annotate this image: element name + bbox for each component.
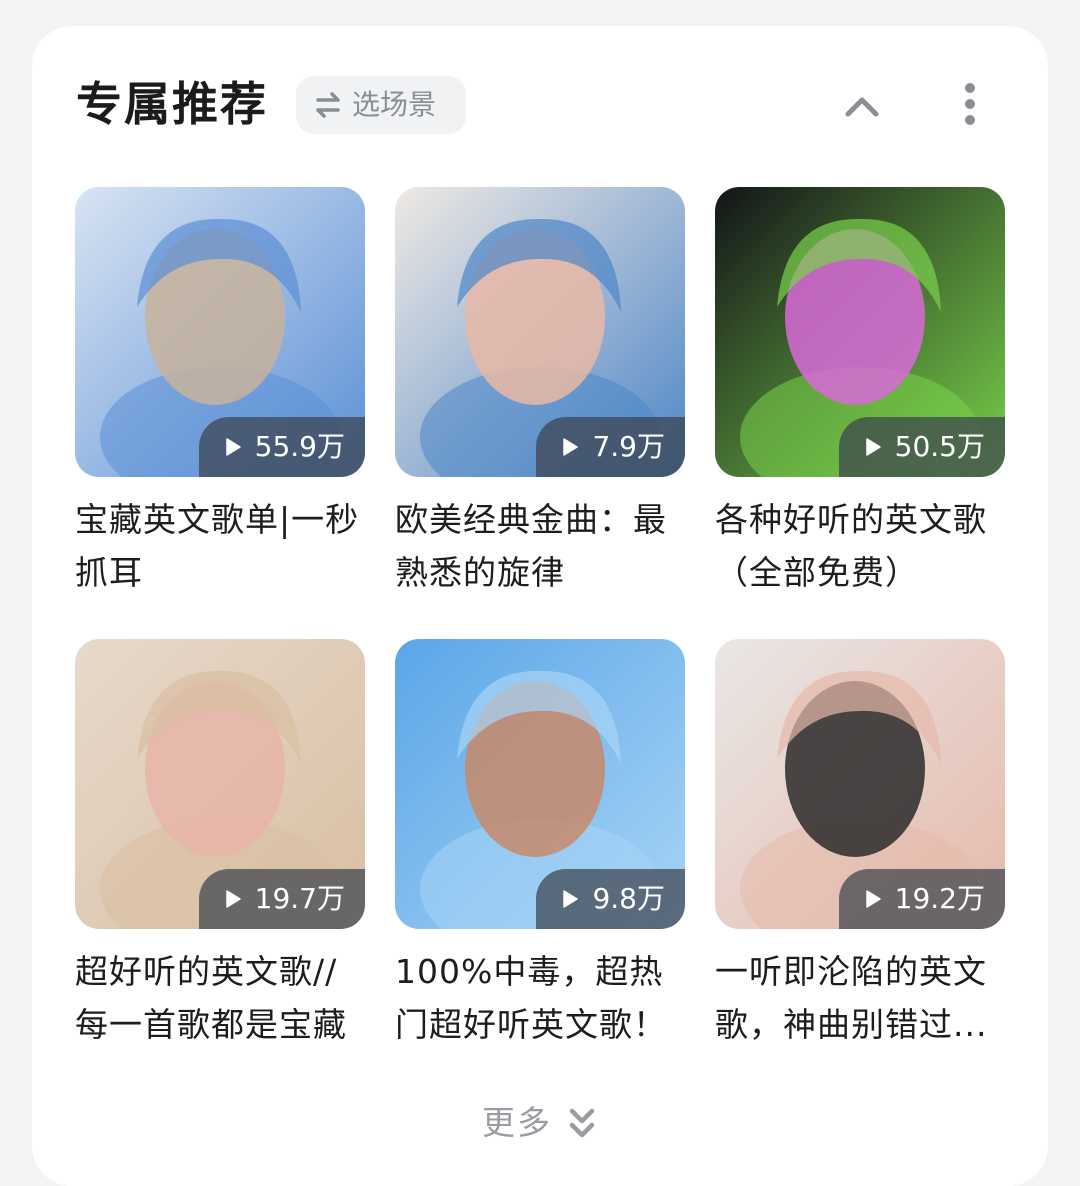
playlist-title[interactable]: 一听即沦陷的英文歌，神曲别错过... xyxy=(715,945,1005,1051)
more-label: 更多 xyxy=(482,1103,552,1142)
chevron-up-icon[interactable] xyxy=(840,88,884,124)
playlist-cover[interactable]: 7.9万 xyxy=(395,187,685,477)
playlist-item[interactable]: 19.2万一听即沦陷的英文歌，神曲别错过... xyxy=(715,639,1005,1051)
vertical-dots-icon[interactable] xyxy=(960,82,980,126)
play-icon xyxy=(563,890,579,908)
section-title: 专属推荐 xyxy=(76,77,268,131)
play-icon xyxy=(865,890,881,908)
play-count: 19.2万 xyxy=(894,882,985,915)
playlist-item[interactable]: 7.9万欧美经典金曲：最熟悉的旋律 xyxy=(395,187,685,599)
playlist-item[interactable]: 19.7万超好听的英文歌//每一首歌都是宝藏 xyxy=(75,639,365,1051)
playlist-item[interactable]: 50.5万各种好听的英文歌（全部免费） xyxy=(715,187,1005,599)
play-icon xyxy=(563,438,579,456)
play-count: 7.9万 xyxy=(592,430,665,463)
playlist-cover[interactable]: 19.2万 xyxy=(715,639,1005,929)
select-scene-button[interactable]: 选场景 xyxy=(296,76,466,134)
play-count-badge: 7.9万 xyxy=(536,417,685,477)
section-header: 专属推荐 选场景 xyxy=(32,26,1048,176)
playlist-title[interactable]: 欧美经典金曲：最熟悉的旋律 xyxy=(395,493,685,599)
play-icon xyxy=(865,438,881,456)
recommend-card: 专属推荐 选场景 55.9万 宝藏英文歌单|一秒抓耳 7.9万 欧美经典金曲：最熟悉的… xyxy=(32,26,1048,1186)
play-count-badge: 50.5万 xyxy=(838,417,1005,477)
play-icon xyxy=(225,438,241,456)
playlist-item[interactable]: 9.8万 100%中毒，超热门超好听英文歌！ xyxy=(395,639,685,1051)
play-icon xyxy=(225,890,241,908)
double-chevron-down-icon xyxy=(569,1108,595,1138)
select-scene-label: 选场景 xyxy=(352,88,437,121)
play-count-badge: 19.7万 xyxy=(198,869,365,929)
more-button[interactable]: 更多 xyxy=(32,1098,1048,1148)
playlist-title[interactable]: 100%中毒，超热门超好听英文歌！ xyxy=(395,945,685,1051)
play-count-badge: 55.9万 xyxy=(198,417,365,477)
play-count: 19.7万 xyxy=(254,882,345,915)
playlist-title[interactable]: 超好听的英文歌//每一首歌都是宝藏 xyxy=(75,945,365,1051)
play-count: 9.8万 xyxy=(592,882,665,915)
playlist-item[interactable]: 55.9万宝藏英文歌单|一秒抓耳 xyxy=(75,187,365,599)
play-count-badge: 19.2万 xyxy=(838,869,1005,929)
play-count: 55.9万 xyxy=(254,430,345,463)
play-count: 50.5万 xyxy=(894,430,985,463)
playlist-title[interactable]: 宝藏英文歌单|一秒抓耳 xyxy=(75,493,365,599)
playlist-cover[interactable]: 19.7万 xyxy=(75,639,365,929)
playlist-cover[interactable]: 50.5万 xyxy=(715,187,1005,477)
play-count-badge: 9.8万 xyxy=(536,869,685,929)
playlist-cover[interactable]: 55.9万 xyxy=(75,187,365,477)
swap-arrows-icon xyxy=(316,92,340,118)
playlist-cover[interactable]: 9.8万 xyxy=(395,639,685,929)
playlist-title[interactable]: 各种好听的英文歌（全部免费） xyxy=(715,493,1005,599)
